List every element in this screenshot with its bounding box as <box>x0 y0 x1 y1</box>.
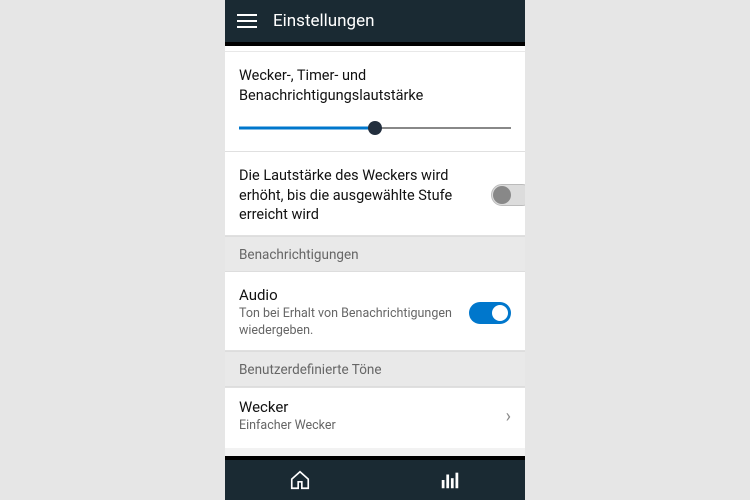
slider-fill <box>239 127 375 130</box>
page-title: Einstellungen <box>273 11 375 31</box>
app-header: Einstellungen <box>225 0 525 46</box>
alarm-sound-row[interactable]: Wecker Einfacher Wecker › <box>225 387 525 449</box>
audio-subtitle: Ton bei Erhalt von Benachrichtigungen wi… <box>239 306 463 340</box>
settings-content: Wecker-, Timer- und Benachrichtigungslau… <box>225 46 525 456</box>
alarm-sound-subtitle: Einfacher Wecker <box>239 418 506 435</box>
chevron-right-icon: › <box>506 406 511 427</box>
alarm-sound-title: Wecker <box>239 398 506 416</box>
volume-label: Wecker-, Timer- und Benachrichtigungslau… <box>239 66 511 105</box>
toggle-knob <box>492 305 508 321</box>
ascending-alarm-toggle[interactable] <box>491 184 525 206</box>
equalizer-icon <box>439 469 461 491</box>
ascending-alarm-label: Die Lautstärke des Weckers wird erhöht, … <box>239 166 485 225</box>
audio-toggle[interactable] <box>469 302 511 324</box>
menu-icon[interactable] <box>237 14 257 28</box>
equalizer-tab[interactable] <box>439 469 461 491</box>
audio-title: Audio <box>239 286 463 304</box>
ascending-alarm-row: Die Lautstärke des Weckers wird erhöht, … <box>225 152 525 236</box>
toggle-knob <box>493 186 511 204</box>
volume-slider[interactable] <box>239 115 511 141</box>
home-icon <box>289 469 311 491</box>
home-tab[interactable] <box>289 469 311 491</box>
notifications-section-header: Benachrichtigungen <box>225 236 525 272</box>
audio-row: Audio Ton bei Erhalt von Benachrichtigun… <box>225 272 525 351</box>
slider-thumb[interactable] <box>368 121 382 135</box>
bottom-tab-bar <box>225 456 525 500</box>
custom-sounds-section-header: Benutzerdefinierte Töne <box>225 351 525 387</box>
volume-row: Wecker-, Timer- und Benachrichtigungslau… <box>225 52 525 152</box>
phone-frame: Einstellungen Wecker-, Timer- und Benach… <box>225 0 525 500</box>
